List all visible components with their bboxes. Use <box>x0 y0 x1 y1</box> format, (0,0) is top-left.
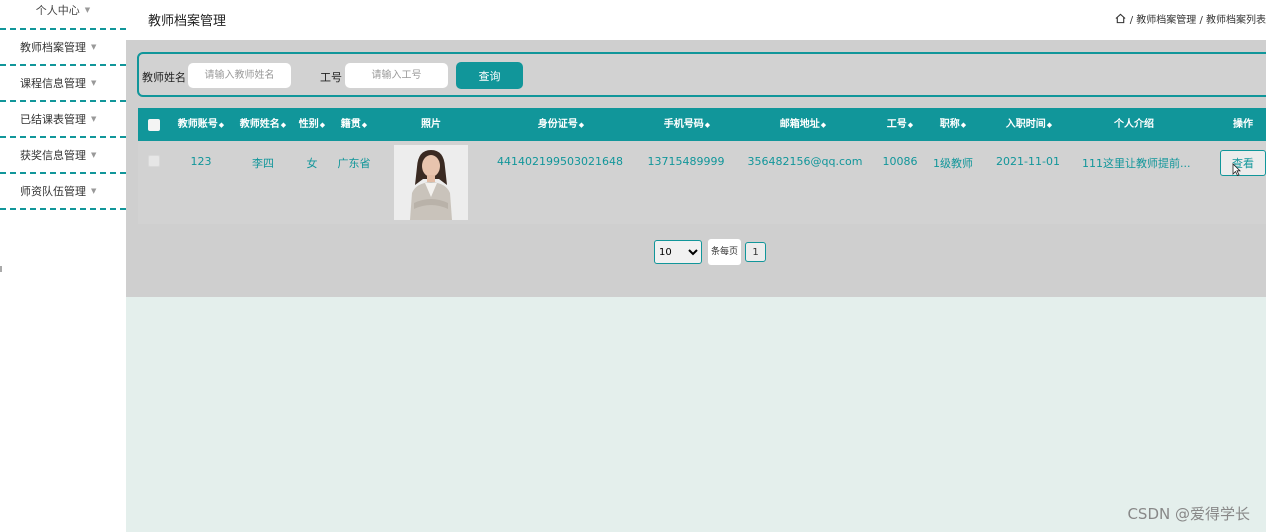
per-page-label: 条每页 <box>708 239 742 265</box>
sidebar-item-course-info[interactable]: 课程信息管理 ▼ <box>0 65 126 101</box>
sort-icon: ◆ <box>280 121 287 129</box>
teacher-photo <box>394 145 468 220</box>
teacher-name-input[interactable] <box>188 63 291 88</box>
column-header-id-card[interactable]: 身份证号◆ <box>528 108 594 141</box>
chevron-down-icon: ▼ <box>84 6 91 14</box>
cell-intro: 111这里让教师提前... <box>1082 157 1191 170</box>
search-button[interactable]: 查询 <box>456 62 523 89</box>
breadcrumb: / 教师档案管理 / 教师档案列表 <box>1115 11 1266 26</box>
sidebar-item-faculty[interactable]: 师资队伍管理 ▼ <box>0 173 126 209</box>
breadcrumb-text[interactable]: / 教师档案管理 / 教师档案列表 <box>1130 11 1266 26</box>
column-header-account[interactable]: 教师账号◆ <box>174 108 228 141</box>
cell-phone: 13715489999 <box>647 155 725 168</box>
sidebar-edge-mark <box>0 266 2 272</box>
column-header-email[interactable]: 邮箱地址◆ <box>770 108 836 141</box>
sort-icon: ◆ <box>820 121 827 129</box>
cell-employee-id: 10086 <box>882 155 918 168</box>
column-header-phone[interactable]: 手机号码◆ <box>654 108 720 141</box>
sidebar-item-label: 课程信息管理 <box>20 77 86 90</box>
mouse-cursor-icon <box>1232 163 1241 176</box>
sidebar-item-awards[interactable]: 获奖信息管理 ▼ <box>0 137 126 173</box>
watermark: CSDN @爱得学长 <box>1127 505 1250 523</box>
column-header-intro: 个人介绍 <box>1114 119 1154 130</box>
column-header-action: 操作 <box>1233 119 1253 130</box>
sidebar-item-label: 已结课表管理 <box>20 113 86 126</box>
column-header-title[interactable]: 职称◆ <box>933 108 973 141</box>
sort-icon: ◆ <box>907 121 914 129</box>
sidebar: 个人中心 ▼ 教师档案管理 ▼ 课程信息管理 ▼ 已结课表管理 ▼ 获奖信息管理 ▼ 师资… <box>0 0 126 532</box>
sidebar-item-label: 教师档案管理 <box>20 41 86 54</box>
employee-id-input[interactable] <box>345 63 448 88</box>
sidebar-item-label: 个人中心 <box>35 4 80 17</box>
column-header-employee-id[interactable]: 工号◆ <box>880 108 920 141</box>
row-checkbox[interactable] <box>148 155 160 167</box>
main-content: 教师姓名 工号 查询 教师账号◆ 教师姓名◆ 性别◆ 籍贯◆ 照片 身份证号◆ … <box>126 40 1266 297</box>
content-footer-area <box>126 297 1266 532</box>
teacher-name-label: 教师姓名 <box>142 71 186 84</box>
cell-gender: 女 <box>306 157 318 170</box>
sort-icon: ◆ <box>218 121 225 129</box>
header: 教师档案管理 / 教师档案管理 / 教师档案列表 <box>126 0 1266 40</box>
page-number-button[interactable]: 1 <box>745 242 767 262</box>
pagination: 10 条每页 1 <box>654 239 767 265</box>
sidebar-item-label: 师资队伍管理 <box>20 185 86 198</box>
cell-email: 356482156@qq.com <box>747 155 863 168</box>
table-header: 教师账号◆ 教师姓名◆ 性别◆ 籍贯◆ 照片 身份证号◆ 手机号码◆ 邮箱地址◆… <box>138 108 1266 141</box>
employee-id-label: 工号 <box>320 71 342 84</box>
sidebar-divider <box>0 208 126 210</box>
teacher-portrait-image <box>394 145 468 220</box>
column-header-join-date[interactable]: 入职时间◆ <box>996 108 1062 141</box>
sidebar-item-finished-schedule[interactable]: 已结课表管理 ▼ <box>0 101 126 137</box>
sort-icon: ◆ <box>960 121 967 129</box>
chevron-down-icon: ▼ <box>91 115 97 123</box>
table-row: 123 李四 女 广东省 441402199503021648 13715489… <box>138 141 1266 224</box>
sort-icon: ◆ <box>1046 121 1053 129</box>
sidebar-item-label: 获奖信息管理 <box>20 149 86 162</box>
page-title: 教师档案管理 <box>148 14 227 29</box>
column-header-gender[interactable]: 性别◆ <box>296 108 328 141</box>
column-header-hometown[interactable]: 籍贯◆ <box>338 108 370 141</box>
chevron-down-icon: ▼ <box>91 43 97 51</box>
view-button[interactable]: 查看 <box>1220 150 1266 176</box>
cell-join-date: 2021-11-01 <box>996 155 1060 168</box>
sort-icon: ◆ <box>361 121 368 129</box>
column-header-name[interactable]: 教师姓名◆ <box>236 108 290 141</box>
cell-title: 1级教师 <box>933 157 973 170</box>
column-header-photo: 照片 <box>421 119 441 130</box>
cell-name: 李四 <box>252 157 274 170</box>
chevron-down-icon: ▼ <box>91 79 97 87</box>
search-form: 教师姓名 工号 查询 <box>137 52 1266 97</box>
cell-hometown: 广东省 <box>337 157 371 170</box>
select-all-checkbox[interactable] <box>148 119 160 131</box>
sidebar-item-personal-center[interactable]: 个人中心 ▼ <box>0 0 126 28</box>
cell-id-card: 441402199503021648 <box>497 155 623 168</box>
chevron-down-icon: ▼ <box>91 151 97 159</box>
sidebar-item-teacher-archives[interactable]: 教师档案管理 ▼ <box>0 29 126 65</box>
chevron-down-icon: ▼ <box>91 187 97 195</box>
page-size-select[interactable]: 10 <box>654 240 702 264</box>
home-icon[interactable] <box>1115 13 1126 24</box>
cell-account: 123 <box>190 155 212 168</box>
sort-icon: ◆ <box>704 121 711 129</box>
sort-icon: ◆ <box>578 121 585 129</box>
sort-icon: ◆ <box>319 121 326 129</box>
